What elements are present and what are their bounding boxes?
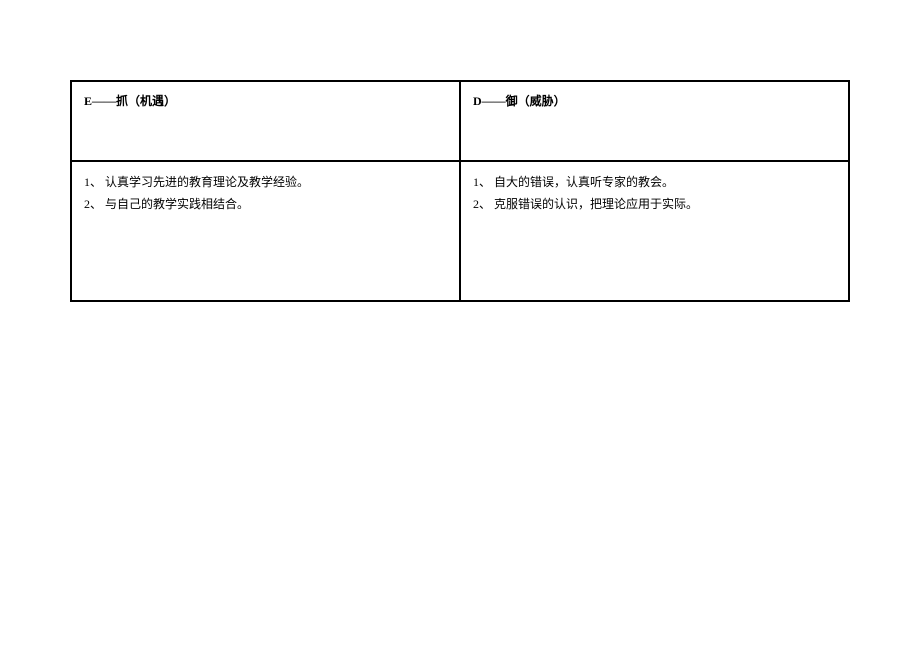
header-cell-e: E——抓（机遇） xyxy=(71,81,460,161)
content-cell-right: 1、 自大的错误，认真听专家的教会。 2、 克服错误的认识，把理论应用于实际。 xyxy=(460,161,849,301)
header-row: E——抓（机遇） D——御（威胁） xyxy=(71,81,849,161)
header-e-label: E——抓（机遇） xyxy=(84,94,176,108)
header-cell-d: D——御（威胁） xyxy=(460,81,849,161)
header-d-label: D——御（威胁） xyxy=(473,94,566,108)
swot-table: E——抓（机遇） D——御（威胁） 1、 认真学习先进的教育理论及教学经验。 2… xyxy=(70,80,850,302)
right-item-2: 2、 克服错误的认识，把理论应用于实际。 xyxy=(473,194,836,216)
content-row: 1、 认真学习先进的教育理论及教学经验。 2、 与自己的教学实践相结合。 1、 … xyxy=(71,161,849,301)
left-item-2: 2、 与自己的教学实践相结合。 xyxy=(84,194,447,216)
left-item-1: 1、 认真学习先进的教育理论及教学经验。 xyxy=(84,172,447,194)
right-item-1: 1、 自大的错误，认真听专家的教会。 xyxy=(473,172,836,194)
content-cell-left: 1、 认真学习先进的教育理论及教学经验。 2、 与自己的教学实践相结合。 xyxy=(71,161,460,301)
